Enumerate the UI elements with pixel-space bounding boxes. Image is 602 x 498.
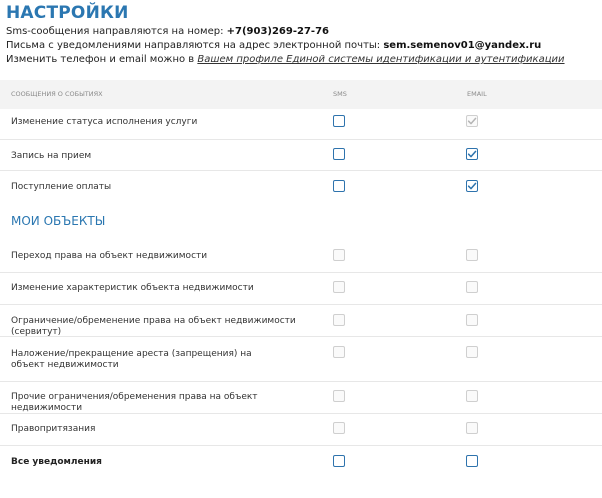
table-row: Прочие ограничения/обременения права на … (0, 382, 602, 414)
email-checkbox[interactable] (466, 249, 478, 261)
table-row: Правопритязания (0, 414, 602, 446)
email-info-text: Письма с уведомлениями направляются на а… (6, 40, 384, 51)
sms-checkbox[interactable] (333, 115, 345, 127)
email-checkbox[interactable] (466, 422, 478, 434)
table-row: Наложение/прекращение ареста (запрещения… (0, 337, 602, 382)
row-label: Изменение статуса исполнения услуги (11, 117, 198, 127)
email-checkbox[interactable] (466, 180, 478, 192)
table-row: Изменение характеристик объекта недвижим… (0, 273, 602, 305)
all-notifications-label: Все уведомления (11, 457, 102, 467)
section-title-my-objects: МОИ ОБЪЕКТЫ (11, 214, 106, 228)
sms-checkbox[interactable] (333, 390, 345, 402)
notification-settings-page: НАСТРОЙКИ Sms-сообщения направляются на … (0, 0, 602, 498)
sms-checkbox[interactable] (333, 422, 345, 434)
checkmark-icon (467, 182, 477, 190)
email-info: Письма с уведомлениями направляются на а… (6, 39, 541, 52)
all-email-checkbox[interactable] (466, 455, 478, 467)
sms-checkbox[interactable] (333, 346, 345, 358)
profile-link[interactable]: Вашем профиле Единой системы идентификац… (197, 54, 564, 65)
checkmark-icon (467, 117, 477, 125)
column-header-events: Сообщения о событиях (11, 90, 103, 98)
row-label: Поступление оплаты (11, 182, 112, 192)
row-label: Изменение характеристик объекта недвижим… (11, 283, 254, 293)
page-title: НАСТРОЙКИ (6, 3, 129, 23)
table-row: Поступление оплаты (0, 171, 602, 203)
email-checkbox[interactable] (466, 314, 478, 326)
sms-checkbox[interactable] (333, 314, 345, 326)
email-checkbox[interactable] (466, 115, 478, 127)
row-label: Наложение/прекращение ареста (запрещения… (11, 349, 252, 370)
column-header-sms: SMS (333, 90, 347, 98)
sms-checkbox[interactable] (333, 249, 345, 261)
profile-info-text: Изменить телефон и email можно в (6, 54, 198, 65)
table-row: Переход права на объект недвижимости (0, 241, 602, 273)
row-label: Прочие ограничения/обременения права на … (11, 392, 258, 413)
sms-checkbox[interactable] (333, 148, 345, 160)
table-row: Изменение статуса исполнения услуги (0, 109, 602, 140)
column-header-email: EMAIL (467, 90, 487, 98)
all-notifications-row: Все уведомления (0, 446, 602, 480)
all-sms-checkbox[interactable] (333, 455, 345, 467)
email-checkbox[interactable] (466, 346, 478, 358)
row-label: Правопритязания (11, 424, 96, 434)
sms-checkbox[interactable] (333, 281, 345, 293)
table-row: Запись на прием (0, 140, 602, 171)
profile-info: Изменить телефон и email можно в Вашем п… (6, 53, 565, 66)
email-checkbox[interactable] (466, 148, 478, 160)
email-address: sem.semenov01@yandex.ru (383, 40, 542, 51)
sms-info: Sms-сообщения направляются на номер: +7(… (6, 25, 329, 38)
row-label: Ограничение/обременение права на объект … (11, 316, 296, 337)
table-row: Ограничение/обременение права на объект … (0, 305, 602, 337)
checkmark-icon (467, 150, 477, 158)
row-label: Запись на прием (11, 151, 92, 161)
email-checkbox[interactable] (466, 281, 478, 293)
table-header: Сообщения о событиях SMS EMAIL (0, 80, 602, 109)
row-label: Переход права на объект недвижимости (11, 251, 208, 261)
sms-checkbox[interactable] (333, 180, 345, 192)
sms-info-text: Sms-сообщения направляются на номер: (6, 26, 227, 37)
email-checkbox[interactable] (466, 390, 478, 402)
sms-phone: +7(903)269-27-76 (226, 26, 329, 37)
